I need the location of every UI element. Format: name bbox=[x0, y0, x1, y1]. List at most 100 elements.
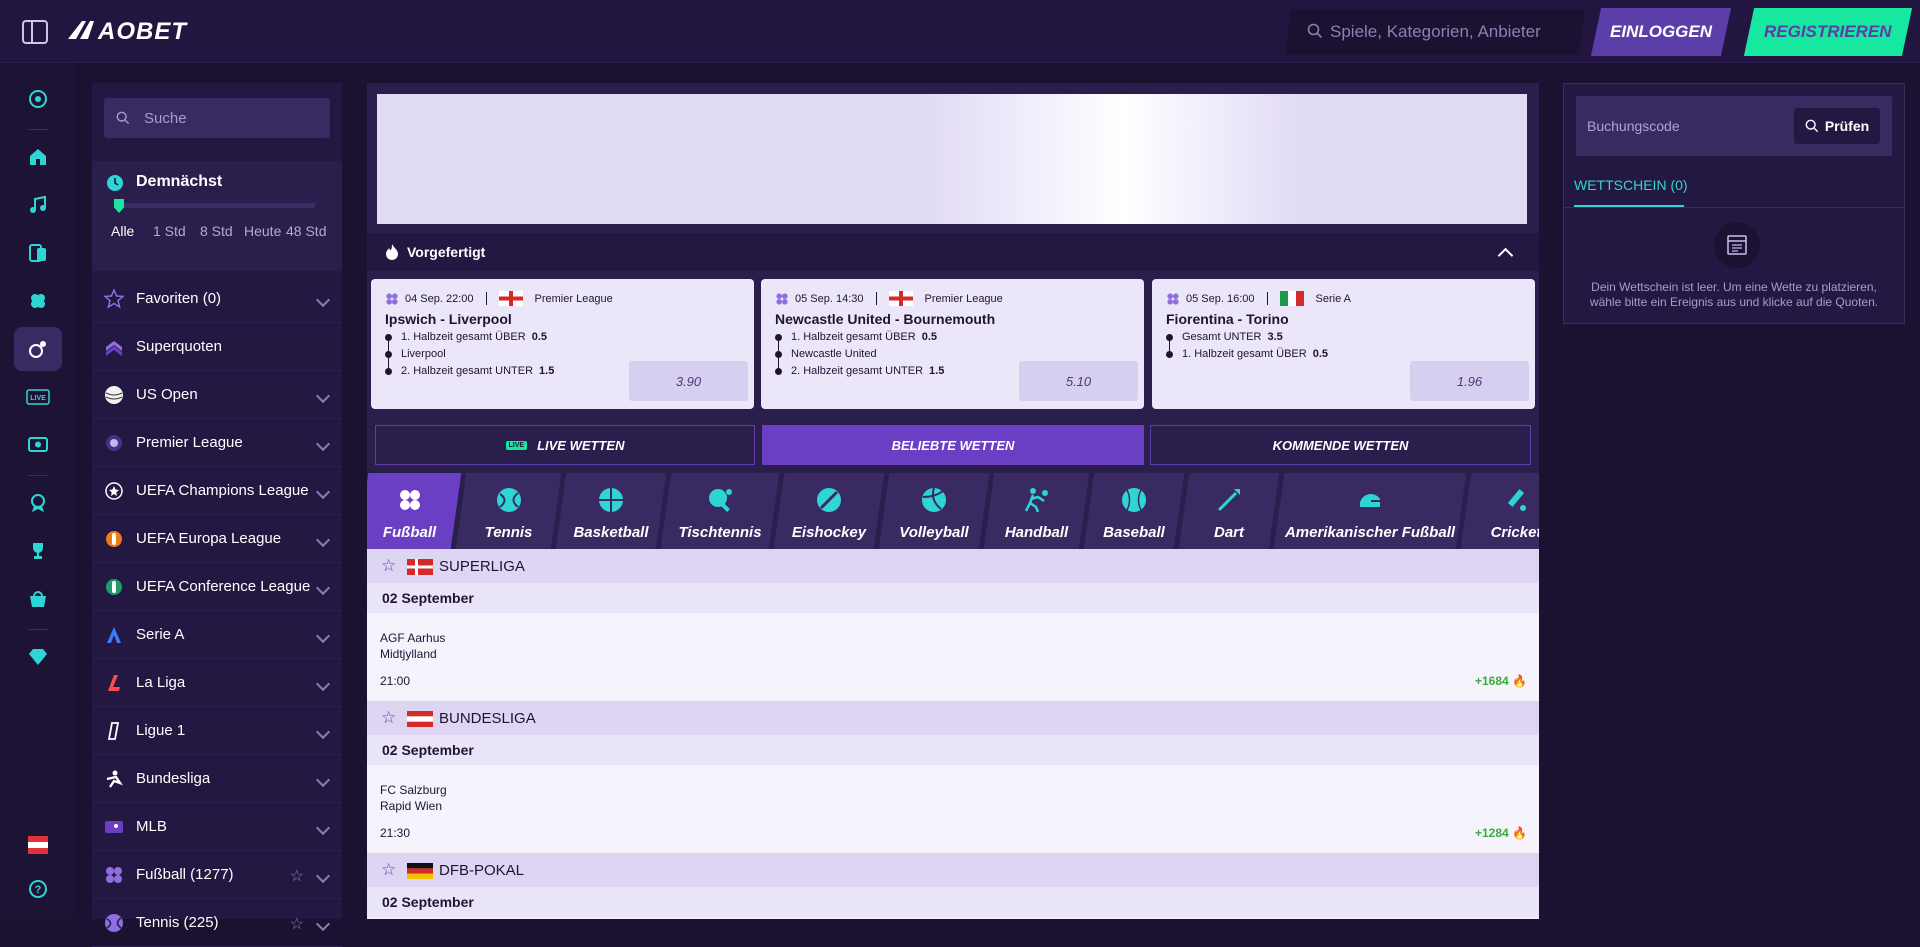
rewards-icon[interactable] bbox=[14, 481, 62, 525]
odds-button[interactable]: 5.10 bbox=[1019, 361, 1138, 401]
home-team: FC Salzburg bbox=[380, 783, 447, 797]
time-option-8h[interactable]: 8 Std bbox=[200, 223, 233, 239]
prebuilt-card[interactable]: 05 Sep. 14:30 Premier League Newcastle U… bbox=[761, 279, 1144, 409]
casino-icon[interactable] bbox=[14, 231, 62, 275]
sidebar-item-conference-league[interactable]: UEFA Conference League bbox=[92, 563, 342, 611]
prebuilt-card[interactable]: 04 Sep. 22:00 Premier League Ipswich - L… bbox=[371, 279, 754, 409]
chevron-down-icon[interactable] bbox=[315, 820, 331, 836]
favorite-star-icon[interactable]: ☆ bbox=[381, 860, 396, 880]
music-icon[interactable] bbox=[14, 183, 62, 227]
tab-live-bets[interactable]: LIVE LIVE WETTEN bbox=[375, 425, 755, 465]
promo-banner[interactable] bbox=[377, 94, 1527, 224]
favorite-star-icon[interactable]: ☆ bbox=[381, 556, 396, 576]
card-title: Ipswich - Liverpool bbox=[385, 311, 512, 327]
shop-icon[interactable] bbox=[14, 577, 62, 621]
sport-tab-basketball[interactable]: Basketball bbox=[555, 473, 667, 549]
league-header[interactable]: ☆ SUPERLIGA bbox=[367, 549, 1539, 583]
odds-button[interactable]: 1.96 bbox=[1410, 361, 1529, 401]
login-button[interactable]: EINLOGGEN bbox=[1590, 8, 1732, 56]
time-option-all[interactable]: Alle bbox=[111, 223, 134, 239]
sidebar-item-champions-league[interactable]: UEFA Champions League bbox=[92, 467, 342, 515]
sidebar-item-label: Serie A bbox=[136, 626, 185, 643]
league-header[interactable]: ☆ DFB-POKAL bbox=[367, 853, 1539, 887]
language-flag-icon[interactable] bbox=[14, 823, 62, 867]
chevron-down-icon[interactable] bbox=[315, 292, 331, 308]
home-icon[interactable] bbox=[14, 135, 62, 179]
time-option-today[interactable]: Heute bbox=[244, 223, 281, 239]
odds-button[interactable]: 3.90 bbox=[629, 361, 748, 401]
sport-tab-handball[interactable]: Handball bbox=[983, 473, 1090, 549]
sidebar-item-mlb[interactable]: MLB bbox=[92, 803, 342, 851]
prebuilt-card[interactable]: 05 Sep. 16:00 Serie A Fiorentina - Torin… bbox=[1152, 279, 1535, 409]
sports-icon[interactable] bbox=[14, 327, 62, 371]
chevron-up-icon[interactable] bbox=[1497, 247, 1514, 264]
sport-tab-volleyball[interactable]: Volleyball bbox=[878, 473, 990, 549]
sidebar-item-us-open[interactable]: US Open bbox=[92, 371, 342, 419]
chevron-down-icon[interactable] bbox=[315, 532, 331, 548]
league-name: DFB-POKAL bbox=[439, 862, 525, 879]
favorite-star-icon[interactable]: ☆ bbox=[381, 708, 396, 728]
chevron-down-icon[interactable] bbox=[315, 772, 331, 788]
prebuilt-header[interactable]: Vorgefertigt bbox=[367, 233, 1539, 271]
chevron-down-icon[interactable] bbox=[315, 724, 331, 740]
time-slider-handle[interactable] bbox=[114, 199, 124, 213]
chevron-down-icon[interactable] bbox=[315, 676, 331, 692]
sport-tab-darts[interactable]: Dart bbox=[1178, 473, 1280, 549]
sidebar-item-tennis[interactable]: Tennis (225) ☆ bbox=[92, 899, 342, 947]
sports-logo-icon[interactable] bbox=[14, 77, 62, 121]
match-row[interactable]: FC Salzburg Rapid Wien 21:30 +1284 🔥 bbox=[367, 765, 1539, 853]
chevron-down-icon[interactable] bbox=[315, 916, 331, 932]
sport-tab-football[interactable]: Fußball bbox=[367, 473, 462, 549]
help-icon[interactable]: ? bbox=[14, 867, 62, 911]
tab-popular-bets[interactable]: BELIEBTE WETTEN bbox=[762, 425, 1144, 465]
favorite-star-icon[interactable]: ☆ bbox=[290, 866, 304, 886]
time-slider-track[interactable] bbox=[115, 203, 315, 208]
sidebar-item-la-liga[interactable]: La Liga bbox=[92, 659, 342, 707]
mlb-icon bbox=[105, 821, 123, 833]
tab-betslip[interactable]: WETTSCHEIN (0) bbox=[1574, 177, 1688, 193]
sidebar-item-bundesliga[interactable]: Bundesliga bbox=[92, 755, 342, 803]
sidebar-item-superquoten[interactable]: Superquoten bbox=[92, 323, 342, 371]
sidebar-item-favorites[interactable]: Favoriten (0) bbox=[92, 275, 342, 323]
league-header[interactable]: ☆ BUNDESLIGA bbox=[367, 701, 1539, 735]
sidebar-toggle-icon[interactable] bbox=[22, 20, 48, 44]
chevron-down-icon[interactable] bbox=[315, 484, 331, 500]
more-markets-link[interactable]: +1684 🔥 bbox=[1475, 674, 1527, 688]
vip-diamond-icon[interactable] bbox=[14, 635, 62, 679]
sport-tab-table-tennis[interactable]: Tischtennis bbox=[660, 473, 780, 549]
chevron-down-icon[interactable] bbox=[315, 628, 331, 644]
sport-tab-cricket[interactable]: Cricket bbox=[1460, 473, 1539, 549]
sidebar-item-ligue-1[interactable]: Ligue 1 bbox=[92, 707, 342, 755]
chevron-down-icon[interactable] bbox=[315, 868, 331, 884]
chevron-down-icon[interactable] bbox=[315, 580, 331, 596]
time-option-48h[interactable]: 48 Std bbox=[286, 223, 326, 239]
clover-icon[interactable] bbox=[14, 279, 62, 323]
sidebar-item-europa-league[interactable]: UEFA Europa League bbox=[92, 515, 342, 563]
sport-tab-american-football[interactable]: Amerikanischer Fußball bbox=[1273, 473, 1467, 549]
chevron-down-icon[interactable] bbox=[315, 436, 331, 452]
sidebar-item-serie-a[interactable]: Serie A bbox=[92, 611, 342, 659]
booking-code-input[interactable]: Buchungscode Prüfen bbox=[1576, 96, 1892, 156]
chevron-down-icon[interactable] bbox=[315, 388, 331, 404]
sidebar-item-premier-league[interactable]: Premier League bbox=[92, 419, 342, 467]
favorite-star-icon[interactable]: ☆ bbox=[290, 914, 304, 934]
tab-upcoming-bets[interactable]: KOMMENDE WETTEN bbox=[1150, 425, 1531, 465]
match-row[interactable]: AGF Aarhus Midtjylland 21:00 +1684 🔥 bbox=[367, 613, 1539, 701]
la-liga-icon bbox=[108, 675, 120, 691]
more-markets-link[interactable]: +1284 🔥 bbox=[1475, 826, 1527, 840]
sidebar-item-football[interactable]: Fußball (1277) ☆ bbox=[92, 851, 342, 899]
register-button[interactable]: REGISTRIEREN bbox=[1743, 8, 1913, 56]
live-badge: LIVE bbox=[505, 440, 528, 450]
sidebar-search-input[interactable]: Suche bbox=[104, 98, 330, 138]
sport-tab-ice-hockey[interactable]: Eishockey bbox=[773, 473, 885, 549]
time-option-1h[interactable]: 1 Std bbox=[153, 223, 186, 239]
check-code-button[interactable]: Prüfen bbox=[1794, 108, 1880, 144]
card-selection: 1. Halbzeit gesamt ÜBER 0.5 bbox=[791, 331, 938, 343]
live-icon[interactable]: LIVE bbox=[14, 375, 62, 419]
trophy-icon[interactable] bbox=[14, 529, 62, 573]
sport-tab-baseball[interactable]: Baseball bbox=[1083, 473, 1185, 549]
brand-logo[interactable]: AOBET bbox=[68, 17, 228, 43]
global-search-placeholder[interactable]: Spiele, Kategorien, Anbieter bbox=[1330, 22, 1541, 42]
sport-tab-tennis[interactable]: Tennis bbox=[455, 473, 562, 549]
virtual-icon[interactable] bbox=[14, 423, 62, 467]
